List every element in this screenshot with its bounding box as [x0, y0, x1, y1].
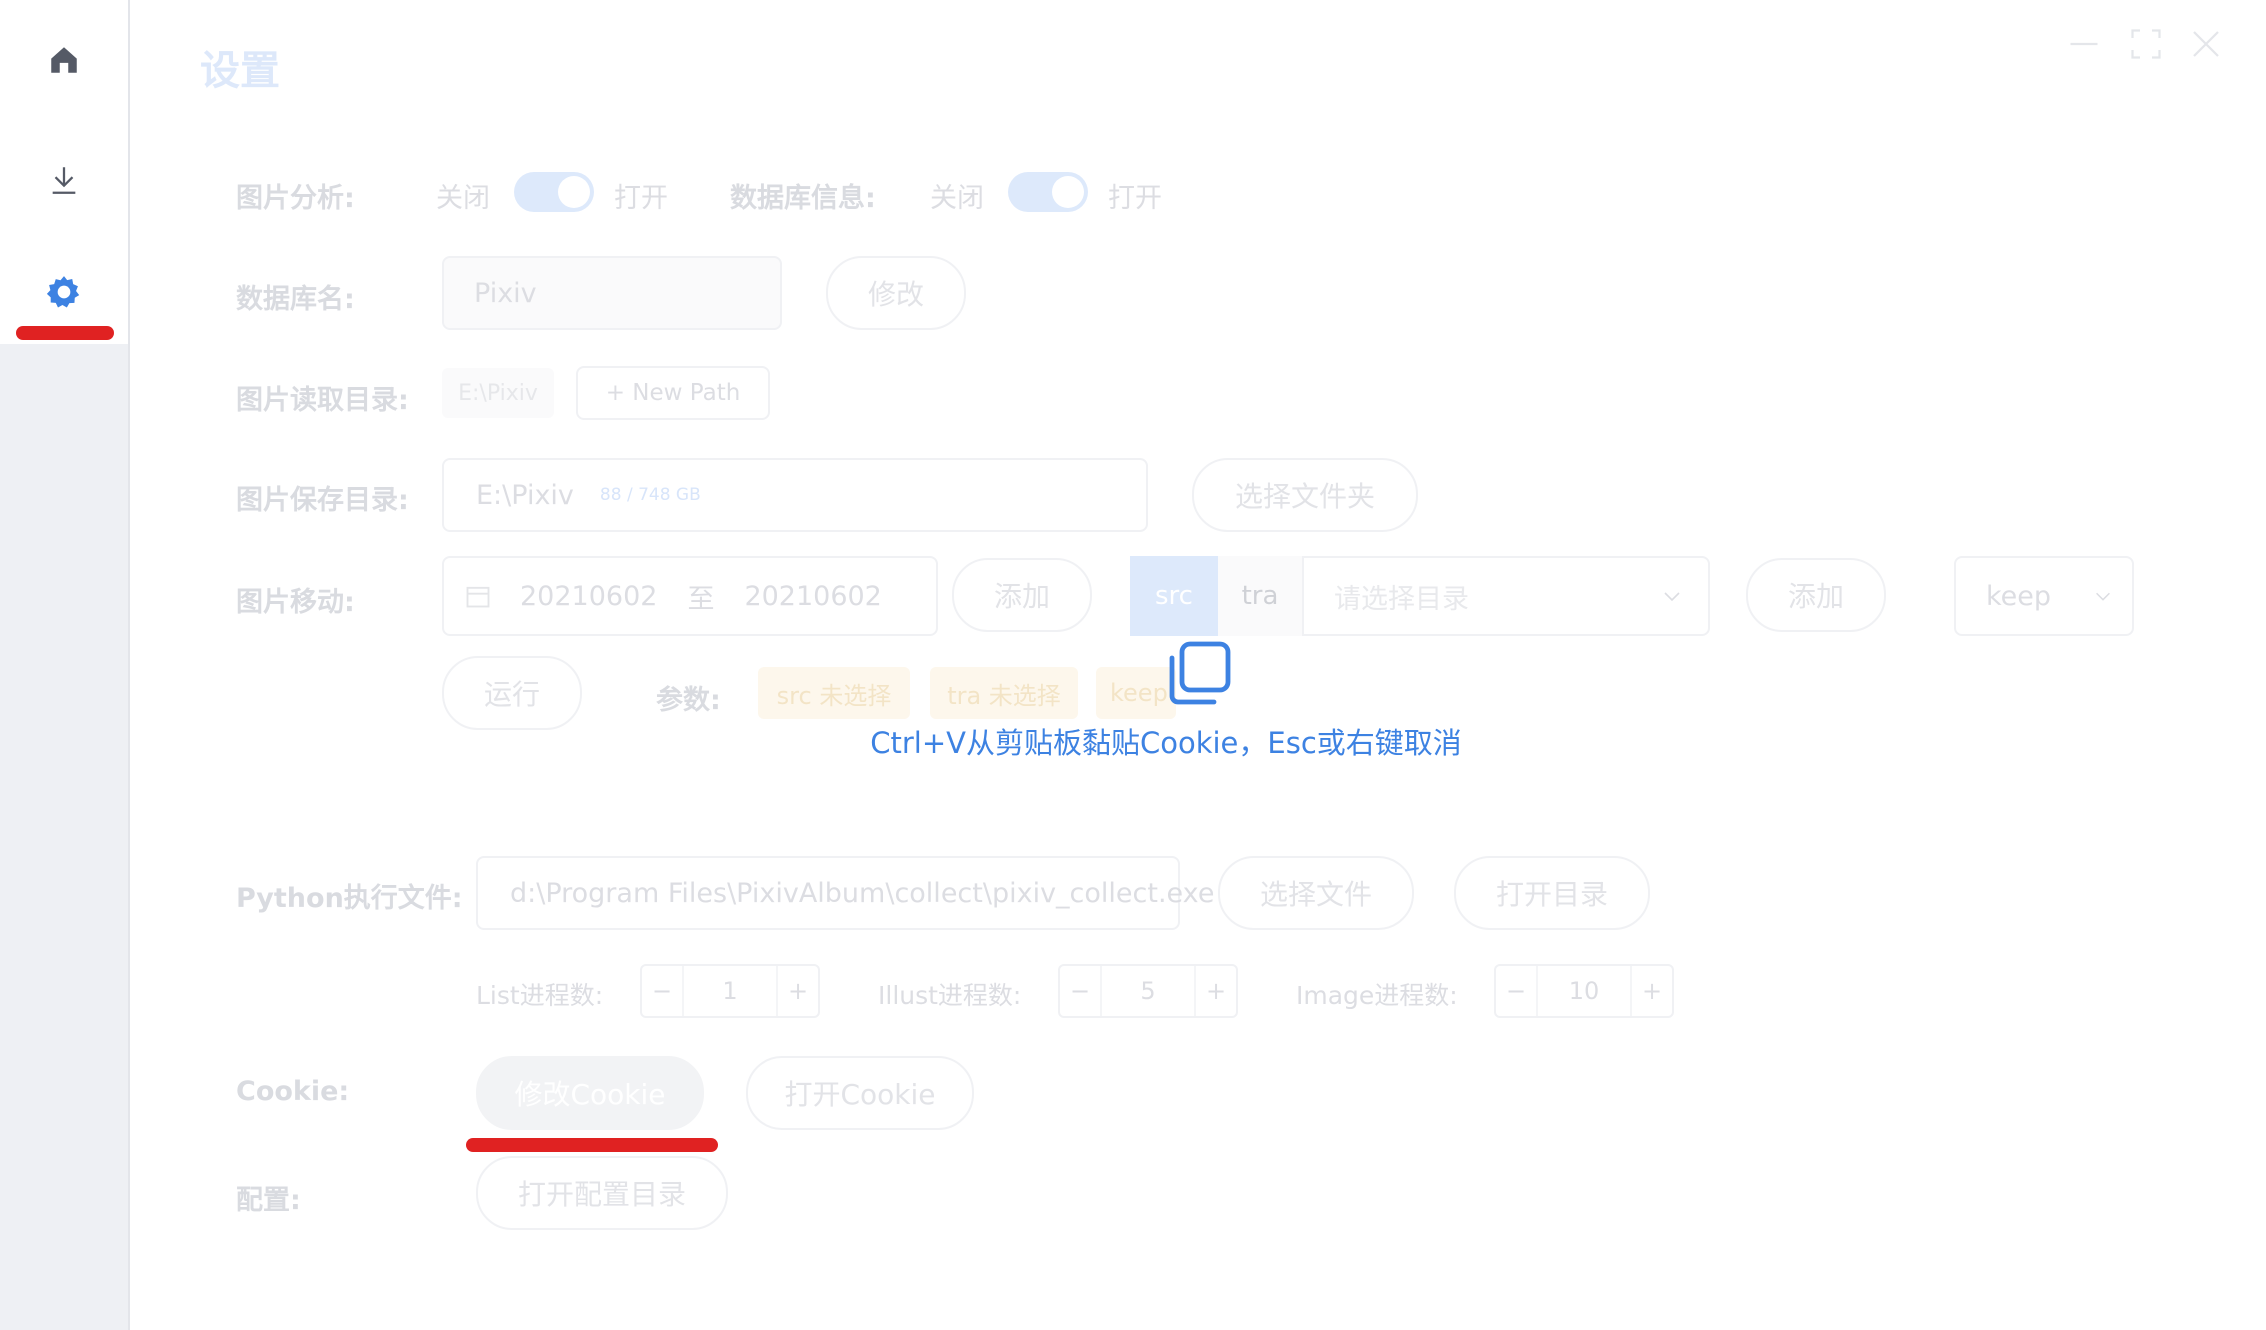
open-config-dir-button[interactable]: 打开配置目录 — [476, 1156, 728, 1230]
list-threads-value: 1 — [682, 966, 778, 1016]
sidebar-item-download[interactable] — [0, 140, 128, 220]
mode-select[interactable]: keep — [1954, 556, 2134, 636]
db-info-on-label: 打开 — [1108, 183, 1162, 214]
date-to: 20210602 — [744, 580, 882, 612]
date-from: 20210602 — [520, 580, 658, 612]
segment-tra[interactable]: tra — [1218, 556, 1302, 636]
list-threads-stepper[interactable]: − 1 + — [640, 964, 820, 1018]
edit-cookie-button[interactable]: 修改Cookie — [476, 1056, 704, 1130]
move-add-button-2[interactable]: 添加 — [1746, 558, 1886, 632]
list-threads-increment[interactable]: + — [778, 977, 818, 1005]
image-analysis-label: 图片分析: — [236, 183, 355, 214]
db-name-edit-button[interactable]: 修改 — [826, 256, 966, 330]
db-info-toggle[interactable] — [1008, 172, 1088, 212]
config-label: 配置: — [236, 1185, 301, 1216]
select-folder-button[interactable]: 选择文件夹 — [1192, 458, 1418, 532]
image-threads-value: 10 — [1536, 966, 1632, 1016]
mode-select-value: keep — [1986, 580, 2052, 612]
cookie-button-annotation — [466, 1138, 718, 1152]
python-exe-value: d:\Program Files\PixivAlbum\collect\pixi… — [510, 877, 1215, 909]
image-threads-increment[interactable]: + — [1632, 977, 1672, 1005]
run-button[interactable]: 运行 — [442, 656, 582, 730]
sidebar — [0, 0, 130, 1330]
date-separator: 至 — [687, 583, 715, 615]
minimize-icon[interactable] — [2066, 26, 2102, 62]
save-dir-value: E:\Pixiv — [476, 479, 574, 511]
list-threads-label: List进程数: — [476, 981, 604, 1010]
image-analysis-off-label: 关闭 — [436, 183, 490, 214]
params-label: 参数: — [656, 685, 721, 716]
copy-icon — [1169, 641, 1231, 705]
image-move-label: 图片移动: — [236, 587, 355, 618]
maximize-icon[interactable] — [2128, 26, 2164, 62]
date-range-picker[interactable]: 20210602 至 20210602 — [442, 556, 938, 636]
param-tra-tag: tra 未选择 — [930, 667, 1078, 719]
db-info-off-label: 关闭 — [930, 183, 984, 214]
image-analysis-on-label: 打开 — [614, 183, 668, 214]
db-info-label: 数据库信息: — [730, 183, 876, 214]
move-add-button[interactable]: 添加 — [952, 558, 1092, 632]
new-path-button[interactable]: + New Path — [576, 366, 770, 420]
chevron-down-icon — [1664, 592, 1680, 602]
download-icon — [52, 167, 76, 194]
paste-cookie-hint: Ctrl+V从剪贴板黏贴Cookie，Esc或右键取消 — [870, 726, 1462, 760]
db-name-label: 数据库名: — [236, 284, 355, 315]
image-threads-label: Image进程数: — [1296, 981, 1458, 1010]
param-src-tag: src 未选择 — [758, 667, 910, 719]
chevron-down-icon — [2096, 592, 2110, 601]
directory-select-placeholder: 请选择目录 — [1334, 583, 1469, 615]
save-dir-input[interactable]: E:\Pixiv 88 / 748 GB — [442, 458, 1148, 532]
image-analysis-toggle[interactable] — [514, 172, 594, 212]
open-cookie-button[interactable]: 打开Cookie — [746, 1056, 974, 1130]
illust-threads-decrement[interactable]: − — [1060, 977, 1100, 1005]
image-threads-decrement[interactable]: − — [1496, 977, 1536, 1005]
read-dir-tag[interactable]: E:\Pixiv — [442, 368, 554, 418]
cookie-label: Cookie: — [236, 1076, 350, 1107]
read-dir-label: 图片读取目录: — [236, 385, 409, 416]
segment-src[interactable]: src — [1130, 556, 1218, 636]
select-file-button[interactable]: 选择文件 — [1218, 856, 1414, 930]
home-icon — [51, 47, 77, 73]
illust-threads-increment[interactable]: + — [1196, 977, 1236, 1005]
python-exe-input[interactable]: d:\Program Files\PixivAlbum\collect\pixi… — [476, 856, 1214, 930]
directory-select[interactable]: 请选择目录 — [1302, 556, 1710, 636]
disk-usage: 88 / 748 GB — [599, 485, 701, 505]
calendar-icon — [466, 586, 490, 608]
sidebar-item-settings[interactable] — [0, 252, 128, 332]
save-dir-label: 图片保存目录: — [236, 485, 409, 516]
illust-threads-label: Illust进程数: — [878, 981, 1022, 1010]
gear-icon — [46, 276, 80, 308]
illust-threads-stepper[interactable]: − 5 + — [1058, 964, 1238, 1018]
db-name-value: Pixiv — [474, 277, 537, 309]
active-indicator-annotation — [16, 326, 114, 340]
page-title: 设置 — [200, 48, 280, 94]
illust-threads-value: 5 — [1100, 966, 1196, 1016]
open-directory-button[interactable]: 打开目录 — [1454, 856, 1650, 930]
db-name-input[interactable]: Pixiv — [442, 256, 782, 330]
close-icon[interactable] — [2188, 26, 2224, 62]
python-exe-label: Python执行文件: — [236, 883, 463, 914]
image-threads-stepper[interactable]: − 10 + — [1494, 964, 1674, 1018]
list-threads-decrement[interactable]: − — [642, 977, 682, 1005]
sidebar-item-home[interactable] — [0, 20, 128, 100]
